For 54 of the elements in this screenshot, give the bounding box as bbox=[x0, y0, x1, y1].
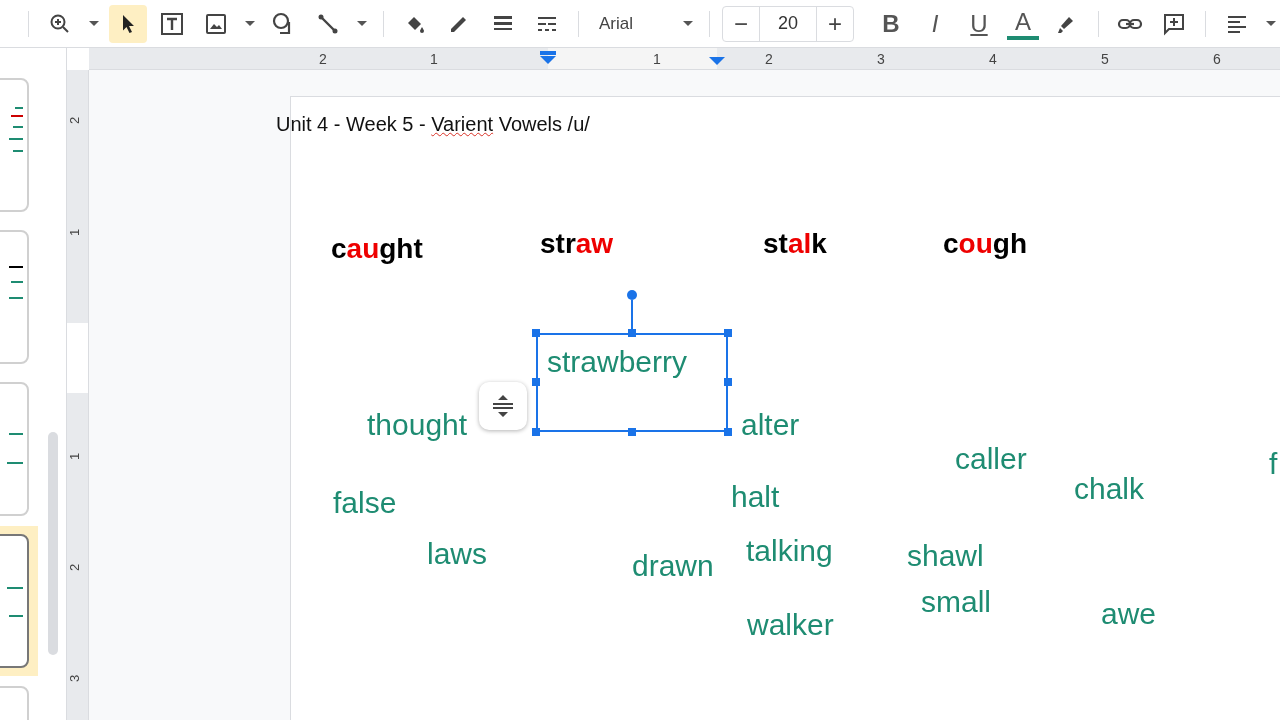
comment-plus-icon bbox=[1162, 11, 1186, 36]
ruler-number: 2 bbox=[765, 51, 773, 67]
ruler-number: 3 bbox=[67, 674, 83, 683]
underline-button[interactable]: U bbox=[960, 4, 998, 43]
caret-icon[interactable] bbox=[357, 20, 367, 27]
vowel-heading: caught bbox=[331, 233, 423, 265]
bold-button[interactable]: B bbox=[872, 4, 910, 43]
slide-title: Unit 4 - Week 5 - Varient Vowels /u/ bbox=[276, 113, 590, 136]
word-text: caller bbox=[955, 442, 1027, 476]
line-spacing-button[interactable] bbox=[479, 382, 527, 430]
word-text: laws bbox=[427, 537, 487, 571]
caret-icon[interactable] bbox=[683, 20, 693, 27]
word-text: small bbox=[921, 585, 991, 619]
italic-button[interactable]: I bbox=[916, 4, 954, 43]
ruler-number: 4 bbox=[989, 51, 997, 67]
vowel-heading: stalk bbox=[763, 228, 827, 260]
word-text: chalk bbox=[1074, 472, 1145, 506]
word-text: shawl bbox=[907, 539, 984, 573]
word-text: f bbox=[1269, 447, 1278, 481]
vowel-heading: cough bbox=[943, 228, 1027, 260]
ruler-number: 2 bbox=[319, 51, 327, 67]
ruler-number: 6 bbox=[1213, 51, 1221, 67]
ruler-number: 2 bbox=[67, 563, 83, 572]
word-text: talking bbox=[746, 534, 833, 568]
text-box-icon bbox=[159, 10, 185, 37]
word-text: walker bbox=[747, 608, 834, 642]
ruler-number: 1 bbox=[67, 452, 83, 461]
font-size-field[interactable]: 20 bbox=[759, 6, 817, 41]
caret-icon[interactable] bbox=[89, 20, 99, 27]
text-color-button[interactable]: A bbox=[1007, 7, 1039, 40]
ruler-number: 1 bbox=[430, 51, 438, 67]
vowel-heading: straw bbox=[540, 228, 614, 260]
ruler-number: 1 bbox=[653, 51, 661, 67]
ruler-number: 3 bbox=[877, 51, 885, 67]
word-text: drawn bbox=[632, 549, 714, 583]
word-text: awe bbox=[1101, 597, 1157, 631]
caret-icon[interactable] bbox=[1266, 20, 1276, 27]
ruler-number: 5 bbox=[1101, 51, 1109, 67]
word-text: halt bbox=[731, 480, 780, 514]
decrease-size-button[interactable]: − bbox=[723, 6, 759, 41]
select-tool-button[interactable] bbox=[109, 4, 147, 43]
caret-icon[interactable] bbox=[245, 20, 255, 27]
font-dropdown[interactable]: Arial bbox=[591, 13, 673, 34]
scrollbar[interactable] bbox=[48, 432, 58, 655]
word-text: false bbox=[333, 486, 397, 520]
word-text: alter bbox=[741, 408, 800, 442]
ruler-number: 1 bbox=[67, 228, 83, 237]
indent-marker-icon[interactable] bbox=[539, 51, 557, 65]
indent-marker-icon[interactable] bbox=[708, 56, 726, 66]
image-icon bbox=[204, 11, 228, 36]
rotation-handle[interactable] bbox=[627, 290, 637, 330]
increase-size-button[interactable]: + bbox=[817, 6, 853, 41]
ruler-number: 2 bbox=[67, 116, 83, 125]
word-text: thought bbox=[367, 408, 468, 442]
